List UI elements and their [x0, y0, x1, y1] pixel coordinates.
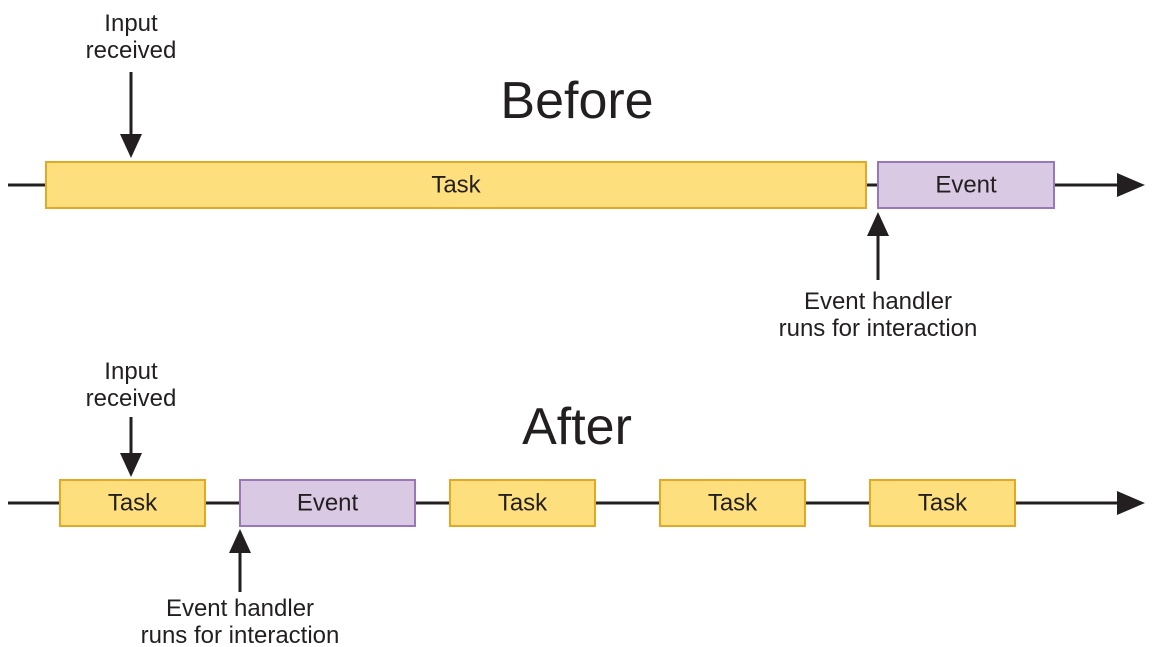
- input-label-line2: received: [86, 385, 177, 412]
- after-task-block: Task: [450, 480, 595, 526]
- after-input-annotation: Input received: [86, 358, 177, 477]
- before-heading: Before: [500, 72, 653, 130]
- after-section: After Task Event Task Task Task Input receiv…: [8, 358, 1145, 647]
- event-label-line2: runs for interaction: [779, 315, 978, 342]
- after-task-block: Task: [60, 480, 205, 526]
- before-input-annotation: Input received: [86, 10, 177, 158]
- block-label: Event: [297, 489, 359, 516]
- after-task-block: Task: [660, 480, 805, 526]
- before-event-annotation: Event handler runs for interaction: [779, 212, 978, 342]
- before-event-block: Event: [878, 162, 1054, 208]
- block-label: Task: [108, 489, 158, 516]
- input-label-line1: Input: [104, 358, 158, 385]
- event-label-line2: runs for interaction: [141, 622, 340, 647]
- before-blocks: Task Event: [46, 162, 1054, 208]
- block-label: Task: [708, 489, 758, 516]
- after-event-annotation: Event handler runs for interaction: [141, 529, 340, 647]
- event-label-line1: Event handler: [166, 595, 314, 622]
- before-task-block: Task: [46, 162, 866, 208]
- arrowhead-right-icon: [1117, 491, 1145, 515]
- block-label: Event: [935, 171, 997, 198]
- arrowhead-down-icon: [120, 134, 142, 158]
- after-task-block: Task: [870, 480, 1015, 526]
- input-label-line1: Input: [104, 10, 158, 37]
- input-label-line2: received: [86, 37, 177, 64]
- arrowhead-down-icon: [120, 453, 142, 477]
- after-heading: After: [522, 398, 632, 456]
- arrowhead-up-icon: [229, 529, 251, 553]
- after-event-block: Event: [240, 480, 415, 526]
- block-label: Task: [431, 171, 481, 198]
- arrowhead-up-icon: [867, 212, 889, 236]
- event-label-line1: Event handler: [804, 288, 952, 315]
- before-section: Before Task Event Input received Event ha…: [8, 10, 1145, 342]
- after-blocks: Task Event Task Task Task: [60, 480, 1015, 526]
- block-label: Task: [498, 489, 548, 516]
- task-scheduling-diagram: Before Task Event Input received Event ha…: [0, 0, 1155, 647]
- arrowhead-right-icon: [1117, 173, 1145, 197]
- block-label: Task: [918, 489, 968, 516]
